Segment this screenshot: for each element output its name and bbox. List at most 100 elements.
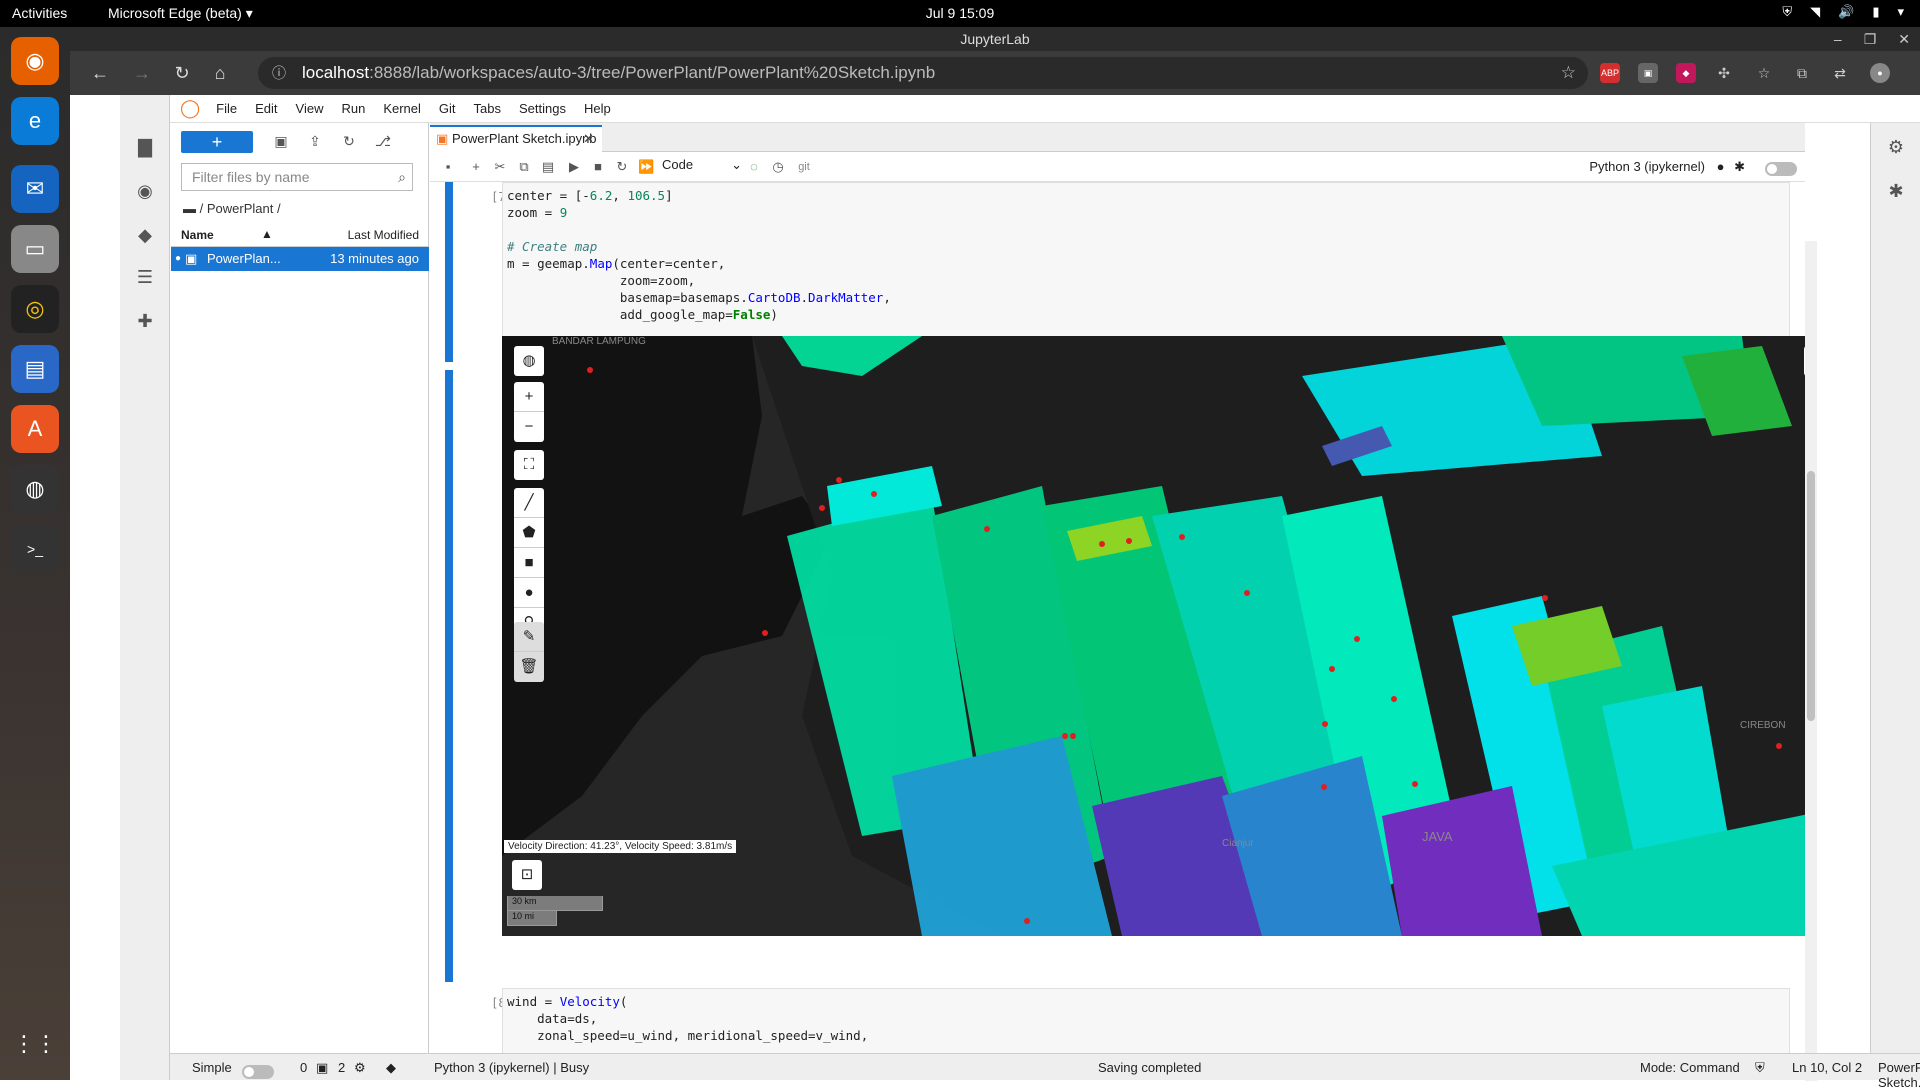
home-icon[interactable]: ⌂ — [208, 61, 232, 85]
profile-icon[interactable]: ● — [1870, 63, 1890, 83]
info-icon[interactable]: ⓘ — [272, 57, 286, 89]
menu-settings[interactable]: Settings — [519, 101, 566, 116]
debugger-toggle[interactable] — [1765, 160, 1797, 176]
draw-rectangle-icon[interactable]: ■ — [514, 548, 544, 578]
file-row[interactable]: ● ▣ PowerPlan... 13 minutes ago — [171, 247, 429, 271]
close-icon[interactable]: ✕ — [1898, 27, 1910, 51]
filter-placeholder: Filter files by name — [192, 169, 310, 185]
edit-layers-icon[interactable]: ✎ — [514, 622, 544, 652]
git-icon[interactable]: ◆ — [386, 1060, 396, 1076]
folder-icon[interactable]: ▇ — [133, 137, 157, 161]
paste-icon[interactable]: ▤ — [540, 159, 556, 175]
maximize-icon[interactable]: ❐ — [1864, 27, 1877, 51]
show-apps-icon[interactable]: ⋮⋮ — [11, 1020, 59, 1068]
breadcrumb[interactable]: ▬ / PowerPlant / — [183, 201, 281, 216]
files-icon[interactable]: ▭ — [11, 225, 59, 273]
favorite-icon[interactable]: ☆ — [1561, 57, 1576, 89]
collections-icon[interactable]: ⧉ — [1792, 63, 1812, 83]
adblock-icon[interactable]: ABP — [1600, 63, 1620, 83]
terminals-count[interactable]: 0 — [300, 1060, 307, 1075]
cut-icon[interactable]: ✂ — [492, 159, 508, 175]
measure-control[interactable]: ⊡ — [512, 860, 542, 890]
kernel-name[interactable]: Python 3 (ipykernel) ● ✱ — [1589, 159, 1745, 175]
column-name[interactable]: Name — [181, 228, 214, 242]
extensions-icon[interactable]: ✚ — [133, 311, 157, 335]
zoom-in-button[interactable]: + — [514, 382, 544, 412]
menu-tabs[interactable]: Tabs — [474, 101, 501, 116]
refresh-circle-icon[interactable]: ◌ — [746, 159, 762, 175]
kernels-count[interactable]: 2 — [338, 1060, 345, 1075]
running-icon[interactable]: ◉ — [133, 181, 157, 205]
draw-circle-icon[interactable]: ● — [514, 578, 544, 608]
code-cell-input[interactable]: wind = Velocity( data=ds, zonal_speed=u_… — [502, 988, 1790, 1053]
debugger-icon[interactable]: ✱ — [1884, 181, 1908, 205]
column-modified[interactable]: Last Modified — [348, 228, 419, 242]
right-sidebar: ⚙ ✱ — [1870, 123, 1920, 1053]
back-icon[interactable]: ← — [88, 61, 112, 85]
basemap-control[interactable]: ◍ — [514, 346, 544, 376]
notebook-scrollbar[interactable] — [1805, 241, 1817, 1081]
puzzle-icon[interactable]: ✣ — [1714, 63, 1734, 83]
git-label[interactable]: git — [792, 159, 816, 175]
property-inspector-icon[interactable]: ⚙ — [1884, 137, 1908, 161]
thunderbird-icon[interactable]: ✉ — [11, 165, 59, 213]
globe-icon[interactable]: ◍ — [514, 346, 544, 376]
new-folder-icon[interactable]: ▣ — [271, 133, 291, 153]
delete-layers-icon[interactable]: 🗑 — [514, 652, 544, 682]
firefox-icon[interactable]: ◉ — [11, 37, 59, 85]
extension-icon[interactable]: ◆ — [1676, 63, 1696, 83]
clock[interactable]: Jul 9 15:09 — [0, 5, 1920, 21]
file-filter-input[interactable]: Filter files by name ⌕ — [181, 163, 413, 191]
copy-icon[interactable]: ⧉ — [516, 159, 532, 175]
obs-icon[interactable]: ◍ — [11, 465, 59, 513]
menu-help[interactable]: Help — [584, 101, 611, 116]
fullscreen-icon[interactable]: ⛶ — [514, 450, 544, 480]
rhythmbox-icon[interactable]: ◎ — [11, 285, 59, 333]
share-icon[interactable]: ⇄ — [1830, 63, 1850, 83]
save-icon[interactable]: ▪ — [440, 159, 456, 175]
extension-icon[interactable]: ▣ — [1638, 63, 1658, 83]
restart-icon[interactable]: ↻ — [614, 159, 630, 175]
run-all-icon[interactable]: ⏩ — [638, 159, 654, 175]
menu-file[interactable]: File — [216, 101, 237, 116]
writer-icon[interactable]: ▤ — [11, 345, 59, 393]
upload-icon[interactable]: ⇪ — [305, 133, 325, 153]
stop-icon[interactable]: ■ — [590, 159, 606, 175]
add-cell-icon[interactable]: + — [468, 159, 484, 175]
scrollbar-thumb[interactable] — [1807, 471, 1815, 721]
menu-run[interactable]: Run — [341, 101, 365, 116]
menu-view[interactable]: View — [296, 101, 324, 116]
system-tray[interactable]: ⛨ ◥ 🔊 ▮ ▾ — [1782, 4, 1904, 20]
place-label: CIREBON — [1740, 720, 1786, 731]
map-widget[interactable]: BANDAR LAMPUNG Cianjur JAVA CIREBON ◍ + … — [502, 336, 1805, 936]
zoom-out-button[interactable]: − — [514, 412, 544, 442]
forward-icon[interactable]: → — [130, 61, 154, 85]
edge-beta-icon[interactable]: e — [11, 97, 59, 145]
clock-icon[interactable]: ◷ — [770, 159, 786, 175]
fullscreen-control[interactable]: ⛶ — [514, 450, 544, 480]
toc-icon[interactable]: ☰ — [133, 267, 157, 291]
tab-notebook[interactable]: ▣ PowerPlant Sketch.ipynb ✕ — [430, 125, 602, 152]
menu-edit[interactable]: Edit — [255, 101, 277, 116]
menu-git[interactable]: Git — [439, 101, 456, 116]
software-center-icon[interactable]: A — [11, 405, 59, 453]
draw-line-icon[interactable]: ╱ — [514, 488, 544, 518]
new-launcher-button[interactable]: + — [181, 131, 253, 153]
refresh-icon[interactable]: ↻ — [170, 61, 194, 85]
refresh-icon[interactable]: ↻ — [339, 133, 359, 153]
favorites-icon[interactable]: ☆ — [1754, 63, 1774, 83]
measure-icon[interactable]: ⊡ — [512, 860, 542, 890]
git-icon[interactable]: ◆ — [133, 225, 157, 249]
kernel-status[interactable]: Python 3 (ipykernel) | Busy — [434, 1060, 589, 1075]
minimize-icon[interactable]: – — [1834, 27, 1842, 51]
code-cell-input[interactable]: center = [-6.2, 106.5] zoom = 9 # Create… — [502, 182, 1790, 362]
draw-polygon-icon[interactable]: ⬟ — [514, 518, 544, 548]
run-icon[interactable]: ▶ — [566, 159, 582, 175]
url-field[interactable]: ⓘ localhost:8888/lab/workspaces/auto-3/t… — [258, 57, 1588, 89]
cursor-position[interactable]: Ln 10, Col 2 — [1792, 1060, 1862, 1075]
git-clone-icon[interactable]: ⎇ — [373, 133, 393, 153]
terminal-icon[interactable]: >_ — [11, 525, 59, 573]
menu-kernel[interactable]: Kernel — [383, 101, 421, 116]
cell-type-select[interactable]: Code ⌄ — [662, 157, 742, 177]
close-icon[interactable]: ✕ — [583, 127, 594, 151]
